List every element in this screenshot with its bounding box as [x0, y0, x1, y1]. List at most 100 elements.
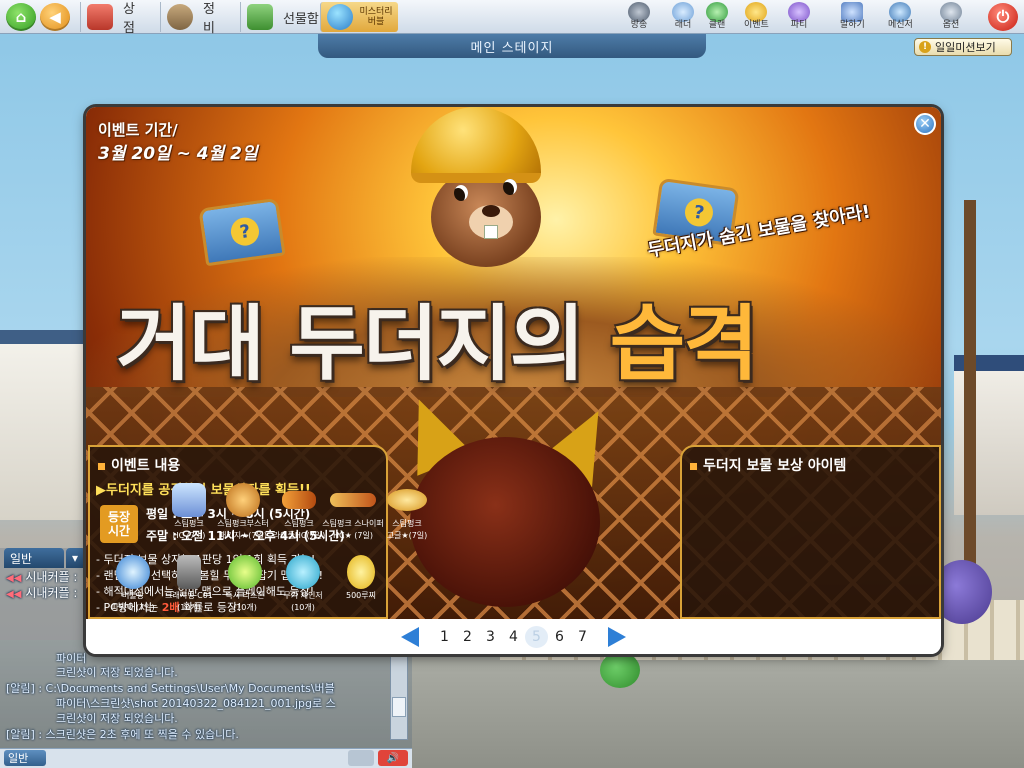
- background-house: [0, 330, 90, 520]
- steampunk-helmet-icon: [172, 483, 206, 517]
- speak-button[interactable]: 말하기: [840, 2, 865, 32]
- page-6-button[interactable]: 6: [548, 626, 571, 648]
- top-menu-bar: ⌂ ◀ 상 점 정 비 선물함 미스터리 버블 방송 래더 클랜 이벤트 파티 …: [0, 0, 1024, 36]
- home-icon: ⌂: [15, 8, 27, 26]
- party-button[interactable]: 파티: [788, 2, 810, 32]
- system-message: [알림] : C:\Documents and Settings\User\My…: [6, 682, 335, 695]
- character-head: [410, 437, 600, 607]
- mystery-bubble-label: 미스터리 버블: [359, 7, 393, 27]
- daily-mission-button[interactable]: ! 일일미션보기: [914, 38, 1012, 56]
- equipment-label: 정 비: [202, 2, 218, 36]
- system-message: [알림] : 스크린샷은 2초 후에 또 찍을 수 있습니다.: [6, 728, 239, 741]
- respawn-icon: [228, 555, 262, 589]
- event-popup: ? ? 이벤트 기간/ 3월 20일 ~ 4월 2일 두더지가 숨긴 보물을 찾…: [86, 107, 941, 654]
- page-1-button[interactable]: 1: [433, 626, 456, 648]
- messenger-button[interactable]: 메신저: [888, 2, 913, 32]
- party-icon: [788, 2, 810, 22]
- chat-mode-select[interactable]: 일반: [4, 750, 46, 766]
- chat-message-text: 시내커플 :: [25, 570, 78, 584]
- giftbox-button[interactable]: 선물함: [240, 2, 320, 32]
- shop-button[interactable]: 상 점: [80, 2, 160, 36]
- party-label: 파티: [790, 20, 808, 30]
- bullet-square-icon: [98, 462, 105, 470]
- reward-item: 크래시뱅 C01 (10개): [162, 555, 216, 613]
- shop-icon: [87, 4, 113, 30]
- system-message: 파이터: [56, 652, 87, 665]
- mole-helmet: [411, 107, 541, 183]
- chat-scrollbar[interactable]: [390, 656, 408, 740]
- close-button[interactable]: ✕: [914, 113, 936, 135]
- gear-icon: [940, 2, 962, 22]
- power-icon: ⏻: [996, 7, 1010, 26]
- event-title: 거대 두더지의 습격: [116, 277, 759, 396]
- next-page-button[interactable]: [608, 626, 626, 647]
- chat-tab-general-label: 일반: [10, 551, 33, 566]
- equipment-button[interactable]: 정 비: [160, 2, 240, 36]
- giftbox-label: 선물함: [283, 11, 319, 27]
- booster-package-icon: [226, 483, 260, 517]
- grenade-icon: [177, 555, 201, 589]
- mole-nose: [482, 205, 500, 217]
- broadcast-icon: [628, 2, 650, 22]
- mystery-bubble-button[interactable]: 미스터리 버블: [320, 2, 398, 32]
- speaker-icon: ◀◀: [6, 573, 22, 584]
- goggles-icon: [387, 489, 427, 511]
- event-period-dates: 3월 20일 ~ 4월 2일: [98, 144, 258, 164]
- reward-item: 스팀펑크 라이플HC(7일): [272, 483, 326, 541]
- clan-label: 클랜: [708, 20, 726, 30]
- appearance-time-badge: 등장 시간: [100, 505, 138, 543]
- page-4-button[interactable]: 4: [502, 626, 525, 648]
- background-pole: [964, 200, 976, 620]
- clock-button[interactable]: [348, 750, 374, 766]
- event-button[interactable]: 이벤트: [744, 2, 769, 32]
- page-7-button[interactable]: 7: [571, 626, 594, 648]
- ladder-icon: [672, 2, 694, 22]
- clan-icon: [706, 2, 728, 22]
- chat-tab-general[interactable]: 일반: [4, 548, 64, 568]
- page-3-button[interactable]: 3: [479, 626, 502, 648]
- pagination: 1 2 3 4 5 6 7: [86, 619, 941, 654]
- scrollbar-thumb[interactable]: [392, 697, 406, 717]
- home-button[interactable]: ⌂: [6, 3, 36, 31]
- speak-label: 말하기: [840, 20, 865, 30]
- exit-button[interactable]: ⏻: [988, 3, 1018, 31]
- coin-icon: [347, 555, 375, 589]
- broadcast-label: 방송: [630, 20, 648, 30]
- reward-item: 스팀펑크부스터 패키지★(7일): [216, 483, 270, 541]
- system-message: 크린샷이 저장 되었습니다.: [56, 712, 178, 725]
- chat-message-text: 시내커플 :: [25, 586, 78, 600]
- chat-message: ◀◀ 시내커플 :: [6, 586, 77, 602]
- broadcast-button[interactable]: 방송: [628, 2, 650, 32]
- reward-item: 스팀펑크 HC (7일): [162, 483, 216, 541]
- treasure-chest-icon: ?: [198, 197, 286, 267]
- event-period-label: 이벤트 기간/: [98, 121, 178, 139]
- event-label: 이벤트: [744, 20, 769, 30]
- background-character: [932, 560, 992, 624]
- event-details-header: 이벤트 내용: [98, 455, 180, 475]
- page-5-button-current[interactable]: 5: [525, 625, 548, 648]
- mole-eye: [454, 185, 468, 201]
- mole-tooth: [484, 225, 498, 239]
- chat-message: ◀◀ 시내커플 :: [6, 570, 77, 586]
- messenger-label: 메신저: [888, 20, 913, 30]
- close-icon: ✕: [919, 116, 931, 132]
- back-button[interactable]: ◀: [40, 3, 70, 31]
- reward-item: 즉시 리스폰 (10개): [218, 555, 272, 613]
- previous-page-button[interactable]: [401, 626, 419, 647]
- options-button[interactable]: 옵션: [940, 2, 962, 32]
- weapon-changer-icon: [286, 555, 320, 589]
- options-label: 옵션: [942, 20, 960, 30]
- ladder-button[interactable]: 래더: [672, 2, 694, 32]
- exclamation-icon: !: [919, 41, 931, 53]
- event-star-icon: [745, 2, 768, 22]
- page-2-button[interactable]: 2: [456, 626, 479, 648]
- reward-item: 500루찌: [334, 555, 388, 601]
- ladder-label: 래더: [674, 20, 692, 30]
- sound-button[interactable]: 🔊: [378, 750, 408, 766]
- chat-icon: [841, 2, 864, 22]
- clan-button[interactable]: 클랜: [706, 2, 728, 32]
- chat-tab-dropdown[interactable]: ▾: [66, 548, 86, 568]
- reward-items-grid: 스팀펑크 HC (7일) 스팀펑크부스터 패키지★(7일) 스팀펑크 라이플HC(7일…: [111, 107, 941, 619]
- chat-mode-label: 일반: [8, 752, 29, 765]
- system-message: 크린샷이 저장 되었습니다.: [56, 666, 178, 679]
